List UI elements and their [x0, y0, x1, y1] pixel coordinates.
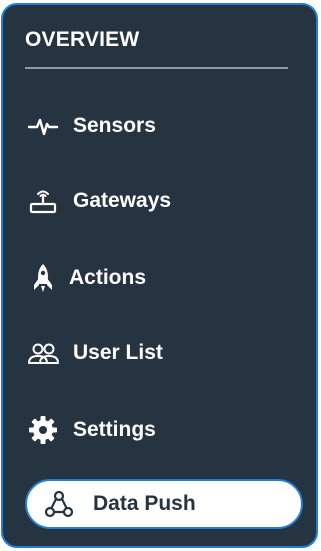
sidebar-item-label: Gateways: [73, 189, 172, 212]
router-icon: [25, 183, 61, 219]
rocket-icon: [25, 260, 61, 296]
sidebar-item-label: Actions: [69, 266, 147, 289]
sidebar-item-actions[interactable]: Actions: [25, 253, 303, 303]
sidebar-panel: OVERVIEW Sensors Gateways Actions User L…: [1, 3, 318, 548]
sidebar-item-data-push[interactable]: Data Push: [25, 479, 303, 529]
sidebar-item-label: User List: [73, 341, 163, 364]
section-title: OVERVIEW: [25, 28, 140, 51]
gear-icon: [25, 412, 61, 448]
sidebar-item-label: Sensors: [73, 114, 156, 137]
sidebar-item-label: Settings: [73, 418, 156, 441]
sidebar-item-user-list[interactable]: User List: [25, 328, 303, 378]
sidebar-item-settings[interactable]: Settings: [25, 405, 303, 455]
users-icon: [25, 335, 61, 371]
sidebar-item-label: Data Push: [93, 492, 196, 515]
sidebar-item-gateways[interactable]: Gateways: [25, 176, 303, 226]
webhook-icon: [41, 486, 77, 522]
divider: [25, 67, 288, 69]
sidebar-item-sensors[interactable]: Sensors: [25, 101, 303, 151]
pulse-icon: [25, 108, 61, 144]
